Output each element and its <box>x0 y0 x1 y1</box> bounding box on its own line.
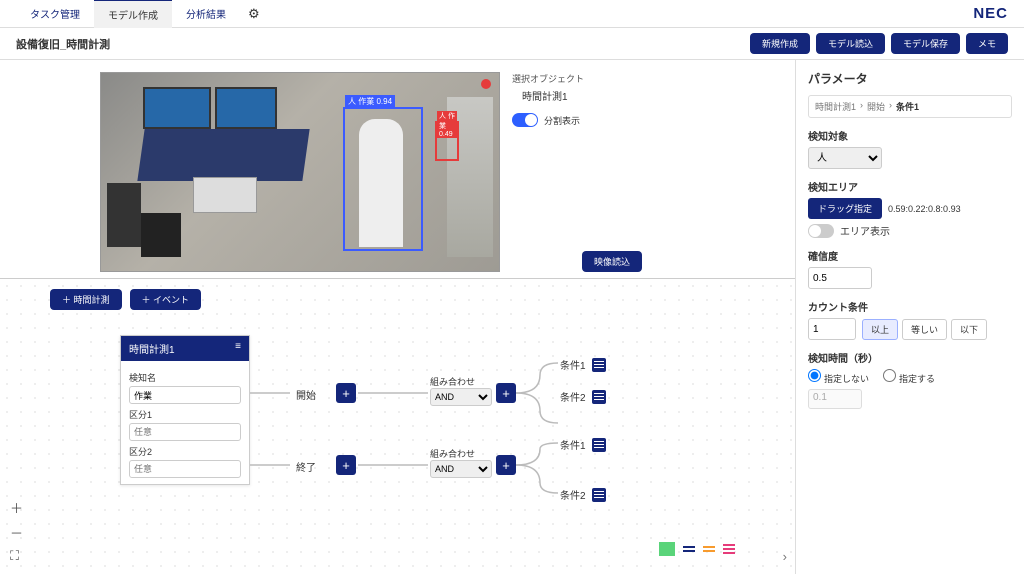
split-display-toggle[interactable] <box>512 113 538 127</box>
area-coords: 0.59:0.22:0.8:0.93 <box>888 204 961 214</box>
detect-name-label: 検知名 <box>129 371 241 384</box>
drag-specify-button[interactable]: ドラッグ指定 <box>808 198 882 219</box>
combine-dropdown-2[interactable]: AND <box>430 460 492 478</box>
node-menu-icon[interactable]: ≡ <box>235 341 241 356</box>
seg1-input[interactable] <box>129 423 241 441</box>
area-display-label: エリア表示 <box>840 223 890 238</box>
combine-select-1: 組み合わせ AND <box>430 375 492 406</box>
zoom-out-button[interactable]: － <box>10 523 23 542</box>
condition-1[interactable]: 条件1 <box>560 357 606 372</box>
memo-button[interactable]: メモ <box>966 33 1008 54</box>
count-eq-button[interactable]: 等しい <box>902 319 947 340</box>
count-cond-label: カウント条件 <box>808 299 1012 314</box>
detect-time-set-radio[interactable]: 指定する <box>883 369 935 385</box>
logo: NEC <box>973 5 1008 22</box>
seg1-label: 区分1 <box>129 408 241 421</box>
end-label: 終了 <box>296 459 316 474</box>
detect-name-input[interactable] <box>129 386 241 404</box>
add-end-button[interactable]: + <box>336 455 356 475</box>
video-area: 人 作業 0.94 人 作業 0.49 選択オブジェクト 時間計測1 分割表示 … <box>0 60 795 279</box>
count-lte-button[interactable]: 以下 <box>951 319 987 340</box>
tab-model-create[interactable]: モデル作成 <box>94 0 172 28</box>
list-icon <box>592 358 606 372</box>
video-preview[interactable]: 人 作業 0.94 人 作業 0.49 <box>100 72 500 272</box>
detect-target-label: 検知対象 <box>808 128 1012 143</box>
confidence-label: 確信度 <box>808 248 1012 263</box>
start-label: 開始 <box>296 387 316 402</box>
tab-analysis-result[interactable]: 分析結果 <box>172 0 240 27</box>
top-nav: タスク管理 モデル作成 分析結果 ⚙ NEC <box>0 0 1024 28</box>
new-button[interactable]: 新規作成 <box>750 33 810 54</box>
node-time-measure[interactable]: 時間計測1 ≡ 検知名 区分1 区分2 <box>120 335 250 485</box>
split-display-label: 分割表示 <box>544 114 580 127</box>
page-title: 設備復旧_時間計測 <box>16 36 110 52</box>
combine-select-2: 組み合わせ AND <box>430 447 492 478</box>
list-icon <box>592 438 606 452</box>
condition-3[interactable]: 条件1 <box>560 437 606 452</box>
bbox-person-2: 人 作業 0.49 <box>435 121 459 161</box>
add-combine-2-button[interactable]: + <box>496 455 516 475</box>
add-start-button[interactable]: + <box>336 383 356 403</box>
tab-task-manage[interactable]: タスク管理 <box>16 0 94 27</box>
load-video-button[interactable]: 映像読込 <box>582 251 642 272</box>
record-icon <box>481 79 491 89</box>
condition-4[interactable]: 条件2 <box>560 487 606 502</box>
gear-icon[interactable]: ⚙ <box>248 6 260 22</box>
add-combine-1-button[interactable]: + <box>496 383 516 403</box>
legend <box>659 542 735 556</box>
collapse-panel-icon[interactable]: › <box>783 549 787 564</box>
list-icon <box>592 390 606 404</box>
zoom-in-button[interactable]: ＋ <box>10 498 23 517</box>
breadcrumb: 時間計測1› 開始› 条件1 <box>808 95 1012 118</box>
detect-target-select[interactable]: 人 <box>808 147 882 169</box>
add-event-button[interactable]: ＋ イベント <box>130 289 202 310</box>
list-icon <box>592 488 606 502</box>
load-model-button[interactable]: モデル読込 <box>816 33 885 54</box>
selected-object-label: 選択オブジェクト <box>512 72 642 85</box>
sub-header: 設備復旧_時間計測 新規作成 モデル読込 モデル保存 メモ <box>0 28 1024 60</box>
seg2-input[interactable] <box>129 460 241 478</box>
panel-title: パラメータ <box>808 70 1012 87</box>
detect-area-label: 検知エリア <box>808 179 1012 194</box>
save-model-button[interactable]: モデル保存 <box>891 33 960 54</box>
seg2-label: 区分2 <box>129 445 241 458</box>
fullscreen-button[interactable]: ⛶ <box>10 548 23 564</box>
detect-time-none-radio[interactable]: 指定しない <box>808 369 869 385</box>
combine-dropdown-1[interactable]: AND <box>430 388 492 406</box>
detect-time-label: 検知時間（秒） <box>808 350 1012 365</box>
flow-canvas[interactable]: ＋ 時間計測 ＋ イベント 時間計測1 ≡ 検知名 区分1 区分2 <box>0 279 795 574</box>
count-input[interactable] <box>808 318 856 340</box>
bbox-person-1: 人 作業 0.94 <box>343 107 423 251</box>
node-title: 時間計測1 <box>129 341 175 356</box>
detect-time-input: 0.1 <box>808 389 862 409</box>
area-display-toggle[interactable] <box>808 224 834 238</box>
selected-object-value: 時間計測1 <box>522 88 642 103</box>
add-time-measure-button[interactable]: ＋ 時間計測 <box>50 289 122 310</box>
confidence-input[interactable] <box>808 267 872 289</box>
count-gte-button[interactable]: 以上 <box>862 319 898 340</box>
condition-2[interactable]: 条件2 <box>560 389 606 404</box>
parameter-panel: パラメータ 時間計測1› 開始› 条件1 検知対象 人 検知エリア ドラッグ指定… <box>796 60 1024 574</box>
